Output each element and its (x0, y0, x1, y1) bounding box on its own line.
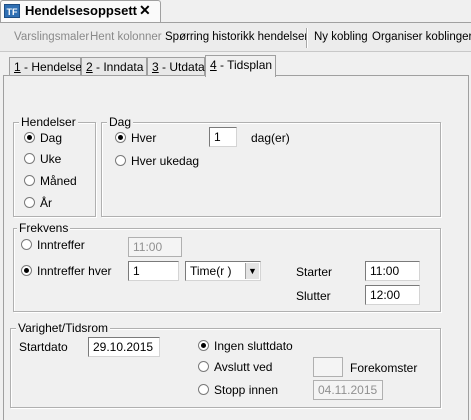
frekvens-unit-value: Time(r ) (190, 264, 232, 278)
starter-time-input[interactable]: 11:00 (365, 261, 420, 281)
radio-uke-label: Uke (40, 152, 62, 166)
hent-kolonner-button[interactable]: Hent kolonner (90, 31, 162, 43)
tab-tidsplan[interactable]: 4 - Tidsplan (205, 55, 276, 77)
radio-avslutt-ved[interactable] (198, 361, 209, 372)
radio-ingen-sluttdato[interactable] (198, 340, 209, 351)
sporring-historikk-button[interactable]: Spørring historikk hendelser (165, 31, 308, 43)
slutter-time-input[interactable]: 12:00 (365, 285, 420, 305)
startdato-label: Startdato (19, 340, 68, 354)
dag-unit-label: dag(er) (251, 131, 290, 145)
hendelser-title: Hendelser (19, 115, 78, 129)
document-title: Hendelsesoppsett (25, 3, 137, 18)
organiser-koblinger-button[interactable]: Organiser koblinger (372, 31, 471, 43)
starter-label: Starter (296, 265, 333, 279)
dag-title: Dag (107, 115, 134, 129)
tab-inndata[interactable]: 2 - Inndata (81, 57, 147, 76)
stopp-dato-input[interactable]: 04.11.2015 (313, 380, 383, 400)
dag-interval-input[interactable]: 1 (209, 127, 237, 147)
toolbar-separator (306, 28, 308, 48)
radio-dag-label: Dag (40, 131, 63, 145)
radio-hver-label: Hver (131, 131, 157, 145)
tab-hendelse[interactable]: 1 - Hendelse (9, 57, 82, 76)
radio-inntreffer-hver-label: Inntreffer hver (37, 264, 112, 278)
frekvens-interval-input[interactable]: 1 (128, 261, 179, 281)
radio-inntreffer[interactable] (21, 239, 32, 250)
radio-ar[interactable] (24, 197, 35, 208)
radio-maned[interactable] (24, 175, 35, 186)
radio-hver-ukedag-label: Hver ukedag (131, 154, 200, 168)
chevron-down-icon[interactable]: ▼ (245, 263, 259, 279)
frekvens-title: Frekvens (17, 221, 71, 235)
forekomster-input[interactable] (313, 357, 343, 377)
startdato-input[interactable]: 29.10.2015 (88, 337, 160, 357)
radio-stopp-innen-label: Stopp innen (214, 383, 279, 397)
tab-utdata[interactable]: 3 - Utdata (147, 57, 205, 76)
radio-hver[interactable] (115, 132, 126, 143)
slutter-label: Slutter (296, 289, 331, 303)
radio-ar-label: År (40, 196, 52, 210)
forekomster-label: Forekomster (350, 361, 418, 375)
radio-inntreffer-label: Inntreffer (37, 238, 85, 252)
radio-stopp-innen[interactable] (198, 384, 209, 395)
inntreffer-time-input[interactable]: 11:00 (128, 237, 182, 257)
varighet-title: Varighet/Tidsrom (16, 321, 111, 335)
radio-dag[interactable] (24, 132, 35, 143)
ny-kobling-button[interactable]: Ny kobling (314, 31, 368, 43)
close-icon[interactable]: ✕ (139, 2, 151, 19)
radio-maned-label: Måned (40, 174, 77, 188)
radio-inntreffer-hver[interactable] (21, 265, 32, 276)
radio-ingen-sluttdato-label: Ingen sluttdato (214, 339, 293, 353)
radio-uke[interactable] (24, 153, 35, 164)
varslingsmaler-button[interactable]: Varslingsmaler (14, 31, 89, 43)
radio-hver-ukedag[interactable] (115, 155, 126, 166)
radio-avslutt-ved-label: Avslutt ved (214, 360, 273, 374)
app-logo-icon: TF (4, 4, 20, 18)
